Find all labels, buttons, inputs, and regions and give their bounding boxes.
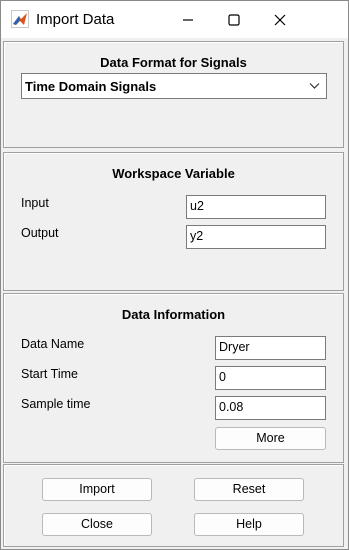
data-information-title: Data Information (121, 307, 226, 322)
data-format-value: Time Domain Signals (25, 79, 157, 94)
data-format-dropdown[interactable]: Time Domain Signals (21, 73, 327, 99)
title-bar: Import Data (1, 1, 348, 38)
maximize-button[interactable] (211, 1, 257, 38)
data-name-field[interactable]: Dryer (215, 336, 326, 360)
import-data-window: Import Data Data Format for Signals Time… (0, 0, 349, 550)
data-information-panel: Data Information Data Name Dryer Start T… (3, 293, 344, 463)
close-icon (274, 14, 286, 25)
workspace-variable-title: Workspace Variable (112, 166, 235, 181)
chevron-down-icon (309, 83, 320, 89)
maximize-icon (228, 13, 240, 26)
import-button[interactable]: Import (42, 478, 152, 501)
help-button[interactable]: Help (194, 513, 304, 536)
minimize-button[interactable] (165, 1, 211, 38)
workspace-variable-panel: Workspace Variable Input u2 Output y2 (3, 152, 344, 291)
output-field[interactable]: y2 (186, 225, 326, 249)
data-name-label: Data Name (21, 337, 85, 351)
close-window-button[interactable] (257, 1, 303, 38)
sample-time-label: Sample time (21, 397, 91, 411)
input-field[interactable]: u2 (186, 195, 326, 219)
minimize-icon (183, 18, 193, 21)
matlab-logo-icon (11, 10, 29, 28)
start-time-label: Start Time (21, 367, 78, 381)
data-format-title: Data Format for Signals (100, 55, 247, 70)
output-label: Output (21, 226, 59, 240)
start-time-field[interactable]: 0 (215, 366, 326, 390)
reset-button[interactable]: Reset (194, 478, 304, 501)
window-title: Import Data (36, 11, 115, 28)
close-button[interactable]: Close (42, 513, 152, 536)
sample-time-field[interactable]: 0.08 (215, 396, 326, 420)
data-format-panel: Data Format for Signals Time Domain Sign… (3, 41, 344, 148)
input-label: Input (21, 196, 49, 210)
more-button[interactable]: More (215, 427, 326, 450)
actions-panel: Import Reset Close Help (3, 464, 344, 547)
